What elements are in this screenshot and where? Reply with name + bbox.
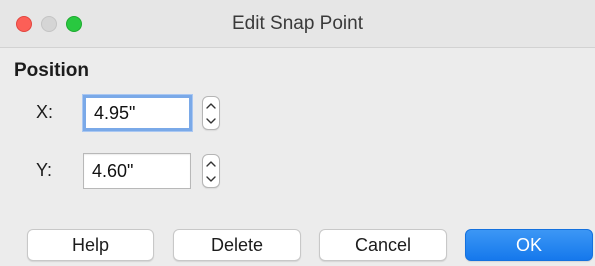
chevron-down-icon[interactable] [203,172,219,186]
position-heading: Position [14,60,89,81]
chevron-up-icon[interactable] [203,99,219,113]
edit-snap-point-dialog: Edit Snap Point Position X: Y: Help Dele… [0,0,595,266]
close-window-button[interactable] [16,16,32,32]
help-button[interactable]: Help [27,229,154,261]
ok-button[interactable]: OK [465,229,593,261]
x-position-stepper[interactable] [202,96,220,130]
minimize-window-button[interactable] [41,16,57,32]
x-position-input[interactable] [83,95,192,131]
y-position-stepper[interactable] [202,154,220,188]
title-bar[interactable]: Edit Snap Point [0,0,595,48]
chevron-down-icon[interactable] [203,114,219,128]
window-title: Edit Snap Point [232,13,363,34]
zoom-window-button[interactable] [66,16,82,32]
chevron-up-icon[interactable] [203,157,219,171]
delete-button[interactable]: Delete [173,229,301,261]
y-label: Y: [36,160,53,180]
y-position-input[interactable] [83,153,191,189]
x-label: X: [36,102,54,122]
cancel-button[interactable]: Cancel [319,229,447,261]
